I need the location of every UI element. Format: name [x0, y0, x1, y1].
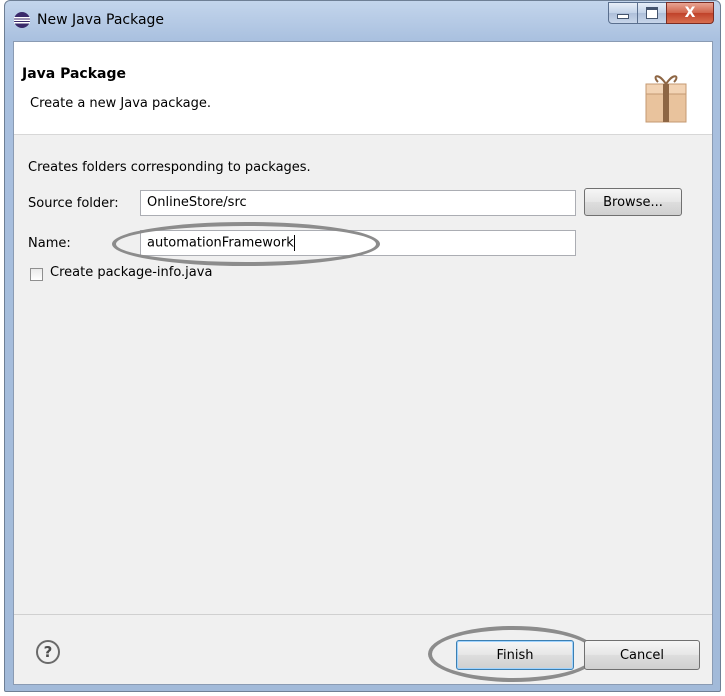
window-title: New Java Package: [37, 12, 165, 28]
name-value: automationFramework: [147, 235, 294, 251]
finish-button[interactable]: Finish: [456, 640, 574, 670]
source-folder-field[interactable]: OnlineStore/src: [140, 190, 576, 216]
page-title: Java Package: [22, 66, 127, 82]
package-icon: [645, 75, 687, 123]
browse-button[interactable]: Browse...: [584, 188, 682, 216]
name-label: Name:: [28, 236, 71, 251]
source-folder-label: Source folder:: [28, 196, 119, 211]
maximize-icon: [646, 7, 658, 19]
dialog-content: Java Package Create a new Java package. …: [13, 41, 713, 685]
title-bar[interactable]: New Java Package X: [5, 1, 720, 41]
close-icon: X: [684, 5, 696, 21]
help-icon[interactable]: ?: [36, 640, 60, 664]
footer-divider: [14, 614, 712, 615]
page-subtitle: Create a new Java package.: [30, 96, 212, 111]
text-caret: [293, 235, 295, 251]
window-controls: X: [608, 2, 714, 26]
wizard-header: Java Package Create a new Java package.: [14, 42, 712, 135]
description-text: Creates folders corresponding to package…: [28, 160, 311, 175]
close-button[interactable]: X: [666, 2, 714, 24]
package-info-checkbox[interactable]: [30, 268, 43, 281]
minimize-icon: [617, 13, 629, 19]
maximize-button[interactable]: [637, 2, 667, 24]
cancel-button[interactable]: Cancel: [584, 640, 700, 670]
minimize-button[interactable]: [608, 2, 638, 24]
dialog-window: New Java Package X Java Package Create a…: [4, 0, 721, 692]
eclipse-icon: [14, 12, 30, 28]
name-field[interactable]: automationFramework: [140, 230, 576, 256]
checkbox-label: Create package-info.java: [50, 265, 213, 280]
